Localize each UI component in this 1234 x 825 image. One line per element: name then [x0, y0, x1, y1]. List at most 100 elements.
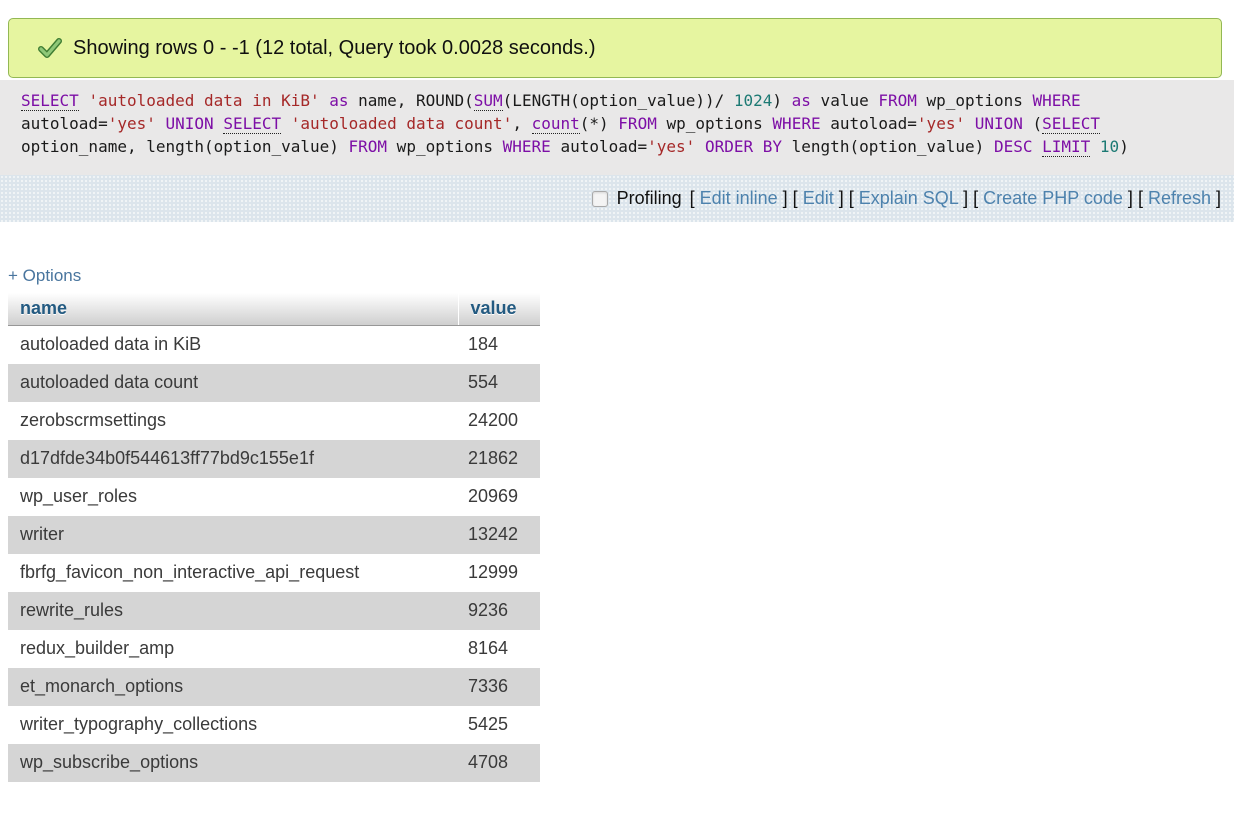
table-row: writer_typography_collections5425 [8, 706, 540, 744]
sql-line: option_name, length(option_value) FROM w… [21, 135, 1224, 158]
sql-token: , [512, 114, 531, 133]
sql-doc-link[interactable]: SUM [474, 91, 503, 111]
cell-value: 9236 [458, 592, 540, 630]
query-toolbar: Profiling [ Edit inline ] [ Edit ] [ Exp… [0, 175, 1234, 222]
sql-token: 'yes' [108, 114, 156, 133]
sql-token: FROM [349, 137, 388, 156]
sql-token: UNION [975, 114, 1023, 133]
sql-token: 1024 [734, 91, 773, 110]
table-row: redux_builder_amp8164 [8, 630, 540, 668]
sql-token: name, ROUND( [349, 91, 474, 110]
sql-token: ) [772, 91, 791, 110]
cell-value: 12999 [458, 554, 540, 592]
cell-value: 184 [458, 326, 540, 365]
sql-token: wp_options [387, 137, 503, 156]
action-link-group: [ Refresh ] [1133, 188, 1221, 209]
cell-name: wp_subscribe_options [8, 744, 458, 782]
results-table: name value autoloaded data in KiB184auto… [8, 293, 540, 782]
action-link-group: [ Edit inline ] [690, 188, 788, 209]
sql-doc-link[interactable]: SELECT [223, 114, 281, 134]
sql-token: (LENGTH(option_value))/ [503, 91, 734, 110]
sql-token: 'yes' [647, 137, 695, 156]
sql-token: ORDER BY [705, 137, 782, 156]
bracket: [ [968, 188, 983, 208]
sql-token [695, 137, 705, 156]
sql-token: as [329, 91, 348, 110]
sql-token: WHERE [1032, 91, 1080, 110]
bracket: ] [1211, 188, 1221, 208]
bracket: ] [778, 188, 788, 208]
cell-value: 20969 [458, 478, 540, 516]
cell-name: rewrite_rules [8, 592, 458, 630]
sql-token [214, 114, 224, 133]
column-header-value[interactable]: value [458, 293, 540, 326]
sql-token [281, 114, 291, 133]
sql-query: SELECT 'autoloaded data in KiB' as name,… [0, 80, 1234, 175]
profiling-label: Profiling [617, 188, 682, 209]
sql-token [965, 114, 975, 133]
success-check-icon [38, 38, 62, 58]
bracket: ] [834, 188, 844, 208]
cell-value: 24200 [458, 402, 540, 440]
results-table-body: autoloaded data in KiB184autoloaded data… [8, 326, 540, 783]
table-row: zerobscrmsettings24200 [8, 402, 540, 440]
cell-value: 7336 [458, 668, 540, 706]
bracket: ] [1123, 188, 1133, 208]
cell-name: writer_typography_collections [8, 706, 458, 744]
sql-doc-link[interactable]: SELECT [1042, 114, 1100, 134]
cell-value: 4708 [458, 744, 540, 782]
table-row: wp_subscribe_options4708 [8, 744, 540, 782]
table-row: wp_user_roles20969 [8, 478, 540, 516]
sql-token [79, 91, 89, 110]
sql-token: WHERE [772, 114, 820, 133]
sql-token: ) [1119, 137, 1129, 156]
sql-doc-link[interactable]: SELECT [21, 91, 79, 111]
sql-token: wp_options [657, 114, 773, 133]
action-link-group: [ Explain SQL ] [844, 188, 968, 209]
options-toggle[interactable]: + Options [8, 266, 81, 286]
sql-token: (*) [580, 114, 619, 133]
bracket: [ [1133, 188, 1148, 208]
sql-token: 10 [1100, 137, 1119, 156]
cell-name: writer [8, 516, 458, 554]
action-link-group: [ Edit ] [788, 188, 844, 209]
sql-line: autoload='yes' UNION SELECT 'autoloaded … [21, 112, 1224, 135]
bracket: [ [844, 188, 859, 208]
sql-token: ( [1023, 114, 1042, 133]
action-link-edit[interactable]: Edit [803, 188, 834, 208]
sql-token: FROM [878, 91, 917, 110]
cell-value: 21862 [458, 440, 540, 478]
table-header-row: name value [8, 293, 540, 326]
sql-token: length(option_value) [782, 137, 994, 156]
bracket: ] [958, 188, 968, 208]
sql-line: SELECT 'autoloaded data in KiB' as name,… [21, 89, 1224, 112]
sql-token: 'autoloaded data count' [291, 114, 513, 133]
column-header-name[interactable]: name [8, 293, 458, 326]
action-link-edit-inline[interactable]: Edit inline [700, 188, 778, 208]
profiling-checkbox[interactable] [592, 191, 608, 207]
sql-doc-link[interactable]: count [532, 114, 580, 134]
action-link-refresh[interactable]: Refresh [1148, 188, 1211, 208]
cell-name: fbrfg_favicon_non_interactive_api_reques… [8, 554, 458, 592]
cell-value: 5425 [458, 706, 540, 744]
action-links: [ Edit inline ] [ Edit ] [ Explain SQL ]… [690, 188, 1221, 209]
action-link-explain-sql[interactable]: Explain SQL [859, 188, 958, 208]
sql-token: autoload= [21, 114, 108, 133]
sql-token: autoload= [821, 114, 917, 133]
sql-token: wp_options [917, 91, 1033, 110]
sql-token [156, 114, 166, 133]
action-link-create-php-code[interactable]: Create PHP code [983, 188, 1123, 208]
sql-token: UNION [166, 114, 214, 133]
sql-doc-link[interactable]: LIMIT [1042, 137, 1090, 157]
sql-token [320, 91, 330, 110]
cell-value: 8164 [458, 630, 540, 668]
cell-name: wp_user_roles [8, 478, 458, 516]
cell-name: et_monarch_options [8, 668, 458, 706]
table-row: rewrite_rules9236 [8, 592, 540, 630]
action-link-group: [ Create PHP code ] [968, 188, 1133, 209]
sql-token: 'yes' [917, 114, 965, 133]
success-banner: Showing rows 0 - -1 (12 total, Query too… [8, 18, 1222, 78]
sql-token [1090, 137, 1100, 156]
sql-token [1032, 137, 1042, 156]
sql-token: option_name, length(option_value) [21, 137, 349, 156]
